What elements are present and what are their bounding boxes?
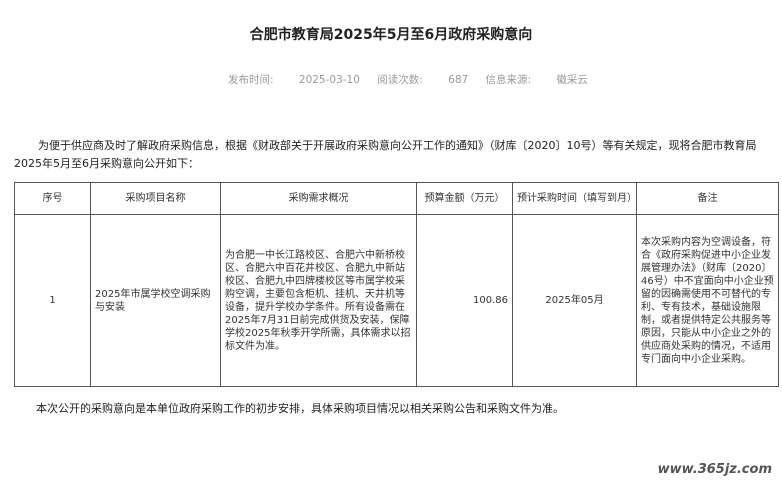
page-title: 合肥市教育局2025年5月至6月政府采购意向 — [249, 27, 533, 43]
table-header-row: 序号 采购项目名称 采购需求概况 预算金额（万元） 预计采购时间（填写到月） 备… — [14, 182, 779, 215]
publish-date: 2025-03-10 — [298, 74, 360, 86]
header-remark: 备注 — [636, 182, 779, 215]
header-time: 预计采购时间（填写到月） — [512, 182, 637, 215]
cell-no: 1 — [14, 214, 91, 387]
cell-summary: 为合肥一中长江路校区、合肥六中新桥校区、合肥六中百花井校区、合肥九中新站校区、合… — [220, 214, 417, 387]
header-name: 采购项目名称 — [90, 182, 221, 215]
header-summary: 采购需求概况 — [220, 182, 417, 215]
views-count: 687 — [448, 74, 469, 86]
footer-note: 本次公开的采购意向是本单位政府采购工作的初步安排，具体采购项目情况以相关采购公告… — [36, 402, 564, 415]
source-name: 徽采云 — [556, 74, 588, 86]
publish-label: 发布时间: — [228, 74, 274, 86]
views-label: 阅读次数: — [377, 74, 423, 86]
watermark: www.365jz.com — [657, 462, 772, 477]
header-budget: 预算金额（万元） — [416, 182, 513, 215]
cell-remark: 本次采购内容为空调设备，符合《政府采购促进中小企业发展管理办法》（财库〔2020… — [636, 214, 779, 387]
cell-budget: 100.86 — [416, 214, 513, 387]
intro-paragraph: 为便于供应商及时了解政府采购信息，根据《财政部关于开展政府采购意向公开工作的通知… — [14, 139, 757, 170]
cell-time: 2025年05月 — [512, 214, 637, 387]
table-row: 1 2025年市属学校空调采购与安装 为合肥一中长江路校区、合肥六中新桥校区、合… — [14, 214, 779, 387]
header-no: 序号 — [14, 182, 91, 215]
article-meta: 发布时间: 2025-03-10 阅读次数: 687 信息来源: 徽采云 — [228, 72, 588, 87]
cell-name: 2025年市属学校空调采购与安装 — [90, 214, 221, 387]
source-label: 信息来源: — [485, 74, 532, 86]
procurement-table: 序号 采购项目名称 采购需求概况 预算金额（万元） 预计采购时间（填写到月） 备… — [14, 182, 779, 387]
